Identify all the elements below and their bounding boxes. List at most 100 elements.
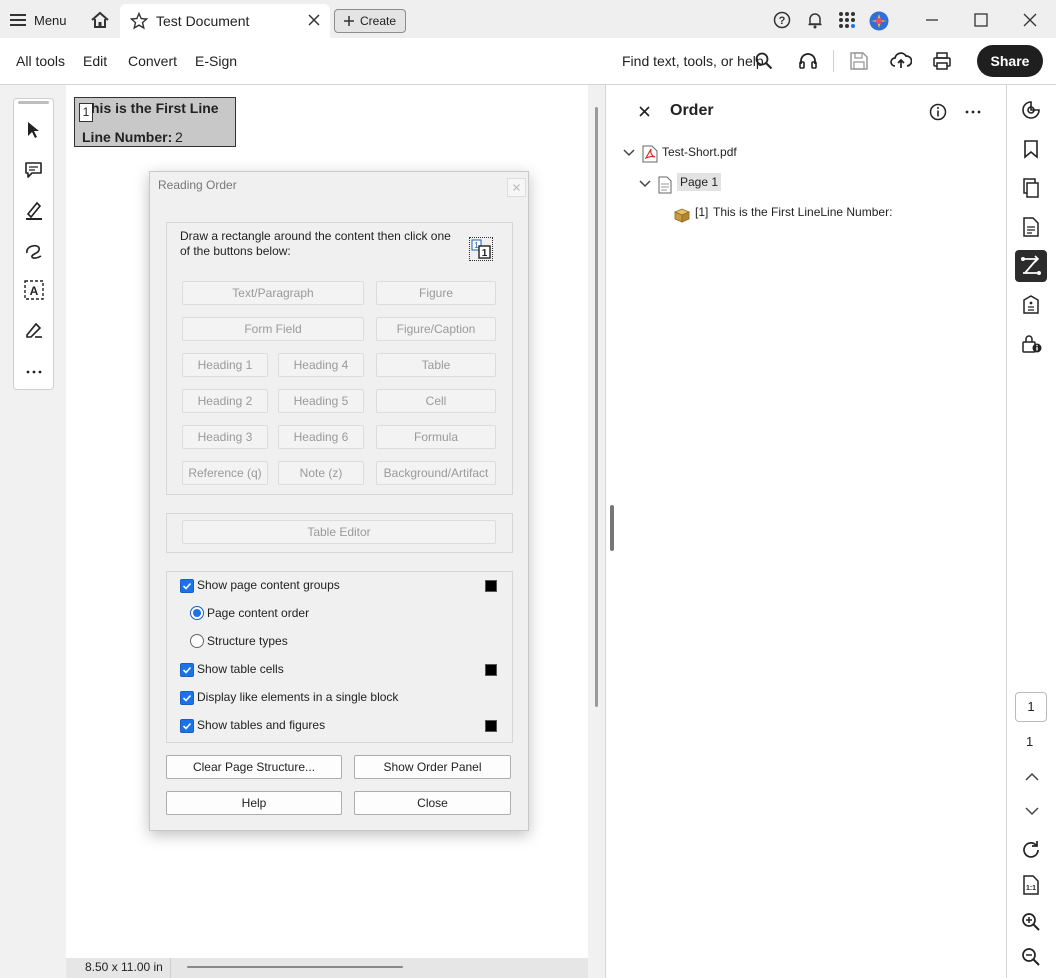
search-label[interactable]: Find text, tools, or help: [622, 53, 764, 69]
menu-button[interactable]: Menu: [10, 9, 72, 31]
vertical-scrollbar[interactable]: [590, 85, 604, 958]
page-number-input[interactable]: 1: [1015, 692, 1047, 722]
close-button[interactable]: Close: [354, 791, 511, 815]
show-tables-figures-checkbox[interactable]: [180, 719, 194, 733]
avatar[interactable]: [868, 10, 890, 32]
text-box-icon[interactable]: A: [23, 279, 45, 301]
pages-icon[interactable]: [1021, 178, 1041, 198]
menu-edit[interactable]: Edit: [83, 53, 107, 69]
reading-order-tool-active[interactable]: [1015, 250, 1047, 282]
dialog-close-icon[interactable]: [507, 178, 526, 197]
rail-drag-handle[interactable]: [18, 101, 49, 104]
star-icon[interactable]: [130, 12, 148, 30]
document-properties-icon[interactable]: [1021, 217, 1041, 237]
reference-button[interactable]: Reference (q): [182, 461, 268, 485]
formula-button[interactable]: Formula: [376, 425, 496, 449]
headphones-icon[interactable]: [798, 51, 818, 71]
heading1-button[interactable]: Heading 1: [182, 353, 268, 377]
svg-text:?: ?: [779, 15, 786, 27]
figure-caption-button[interactable]: Figure/Caption: [376, 317, 496, 341]
page-content-order-label: Page content order: [207, 606, 310, 620]
chevron-down-icon[interactable]: [1025, 806, 1039, 816]
clear-page-structure-button[interactable]: Clear Page Structure...: [166, 755, 342, 779]
order-item-text[interactable]: This is the First LineLine Number:: [713, 205, 892, 219]
background-artifact-button[interactable]: Background/Artifact: [376, 461, 496, 485]
show-groups-checkbox[interactable]: [180, 579, 194, 593]
create-button[interactable]: Create: [334, 9, 406, 33]
heading5-button[interactable]: Heading 5: [278, 389, 364, 413]
display-like-checkbox[interactable]: [180, 691, 194, 705]
menu-all-tools[interactable]: All tools: [16, 53, 65, 69]
page-icon: [658, 176, 672, 194]
cloud-upload-icon[interactable]: [890, 50, 912, 70]
page-content-order-radio[interactable]: [190, 606, 204, 620]
minimize-icon[interactable]: [922, 10, 942, 30]
status-divider: [170, 958, 171, 978]
save-icon[interactable]: [849, 51, 869, 71]
file-name-label[interactable]: Test-Short.pdf: [662, 145, 737, 159]
horizontal-scrollbar[interactable]: [187, 966, 403, 968]
structure-types-radio[interactable]: [190, 634, 204, 648]
heading2-button[interactable]: Heading 2: [182, 389, 268, 413]
zoom-out-icon[interactable]: [1021, 947, 1041, 967]
instructions-text: Draw a rectangle around the content then…: [180, 229, 451, 258]
status-bar: 8.50 x 11.00 in: [66, 958, 588, 978]
close-window-icon[interactable]: [1020, 10, 1040, 30]
help-icon[interactable]: ?: [772, 10, 792, 30]
maximize-icon[interactable]: [971, 10, 991, 30]
print-icon[interactable]: [932, 51, 952, 71]
sign-pen-icon[interactable]: [23, 319, 45, 341]
highlight-pen-icon[interactable]: [23, 199, 45, 221]
panel-more-icon[interactable]: [964, 103, 982, 121]
display-options-group: Show page content groups Page content or…: [166, 571, 513, 743]
close-panel-icon[interactable]: [639, 106, 650, 117]
figure-button[interactable]: Figure: [376, 281, 496, 305]
zoom-in-icon[interactable]: [1021, 912, 1041, 932]
comment-icon[interactable]: [23, 159, 45, 181]
menu-convert[interactable]: Convert: [128, 53, 177, 69]
info-icon[interactable]: [929, 103, 947, 121]
heading3-button[interactable]: Heading 3: [182, 425, 268, 449]
form-field-button[interactable]: Form Field: [182, 317, 364, 341]
fit-page-icon[interactable]: 1:1: [1021, 875, 1041, 895]
bookmark-icon[interactable]: [1021, 139, 1041, 159]
menu-label: Menu: [34, 12, 67, 28]
scrollbar-thumb[interactable]: [595, 107, 598, 707]
security-lock-icon[interactable]: [1021, 334, 1042, 354]
panel-resize-handle[interactable]: [610, 505, 614, 551]
search-icon[interactable]: [755, 52, 773, 70]
select-pointer-icon[interactable]: [23, 119, 45, 141]
text-paragraph-button[interactable]: Text/Paragraph: [182, 281, 364, 305]
draw-freehand-icon[interactable]: [23, 239, 45, 261]
content-group-box[interactable]: 1 his is the First Line Line Number: 2: [74, 97, 236, 147]
table-editor-button[interactable]: Table Editor: [182, 520, 496, 544]
bell-icon[interactable]: [805, 10, 825, 30]
tables-color-swatch[interactable]: [485, 720, 497, 732]
home-icon[interactable]: [88, 9, 112, 31]
tab-test-document[interactable]: Test Document: [120, 4, 330, 38]
table-button[interactable]: Table: [376, 353, 496, 377]
note-button[interactable]: Note (z): [278, 461, 364, 485]
more-tools-icon[interactable]: [23, 361, 45, 383]
chevron-down-icon[interactable]: [623, 148, 635, 158]
page-node-label[interactable]: Page 1: [677, 173, 722, 191]
show-table-cells-checkbox[interactable]: [180, 663, 194, 677]
close-tab-icon[interactable]: [308, 14, 320, 26]
rotate-icon[interactable]: [1021, 840, 1041, 860]
groups-color-swatch[interactable]: [485, 580, 497, 592]
share-button[interactable]: Share: [977, 45, 1043, 77]
menu-e-sign[interactable]: E-Sign: [195, 53, 237, 69]
heading6-button[interactable]: Heading 6: [278, 425, 364, 449]
ai-assistant-icon[interactable]: [1021, 100, 1041, 120]
chevron-down-icon[interactable]: [639, 179, 651, 189]
help-button[interactable]: Help: [166, 791, 342, 815]
apps-grid-icon[interactable]: [837, 10, 857, 30]
chevron-up-icon[interactable]: [1025, 772, 1039, 782]
cells-color-swatch[interactable]: [485, 664, 497, 676]
heading4-button[interactable]: Heading 4: [278, 353, 364, 377]
cell-button[interactable]: Cell: [376, 389, 496, 413]
title-bar: Menu Test Document Create ?: [0, 0, 1056, 38]
accessibility-tags-icon[interactable]: [1021, 295, 1041, 315]
display-like-label: Display like elements in a single block: [197, 690, 399, 704]
show-order-panel-button[interactable]: Show Order Panel: [354, 755, 511, 779]
